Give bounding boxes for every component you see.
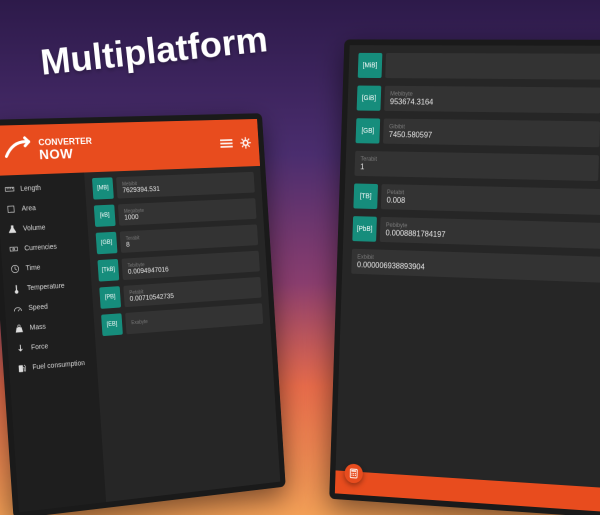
sidebar-item-label: Time	[25, 264, 40, 272]
value-field[interactable]: Mebibyte 953674.3164	[384, 86, 600, 114]
field-row: [MB] Mebibit 7629394.531	[92, 172, 255, 200]
speed-icon	[13, 303, 23, 314]
unit-chip[interactable]: [PbB]	[352, 216, 377, 242]
calculator-button[interactable]	[344, 463, 363, 483]
value-field[interactable]: Terabit 8	[120, 224, 258, 252]
unit-chip[interactable]: [MB]	[92, 177, 114, 199]
menu-icon[interactable]	[220, 137, 233, 151]
value-field[interactable]: Exabyte	[125, 303, 263, 334]
sidebar-item-label: Area	[21, 205, 36, 213]
sidebar-item-label: Volume	[23, 224, 46, 232]
field-row: [GB] Terabit 8	[96, 224, 259, 254]
sidebar-item-label: Mass	[30, 323, 47, 331]
app-logo-icon	[1, 134, 34, 167]
field-row: [kB] Megabyte 1000	[94, 198, 257, 227]
device-left: CONVERTER NOW Length Area Volume Currencies…	[0, 113, 286, 515]
field-value	[391, 66, 600, 67]
cash-icon	[9, 244, 19, 254]
value-field[interactable]: Gibibit 7450.580597	[383, 119, 600, 148]
field-row: Terabit 1 [PB]	[354, 151, 600, 182]
content-left: [MB] Mebibit 7629394.531 [kB] Megabyte 1…	[84, 166, 280, 502]
clock-icon	[10, 264, 20, 275]
field-row: [TB] Petabit 0.008	[353, 183, 600, 215]
field-value: 953674.3164	[390, 97, 595, 108]
flask-icon	[7, 224, 17, 234]
field-label: Exabyte	[131, 311, 257, 326]
field-row: [EB] Exabyte	[101, 303, 263, 336]
unit-chip[interactable]: [kB]	[94, 205, 116, 227]
unit-chip[interactable]: [MiB]	[358, 53, 383, 78]
device-right: [MiB] [GiB] Mebibyte 953674.3164 [bMb] […	[329, 39, 600, 515]
fuel-icon	[17, 363, 27, 374]
gear-icon[interactable]	[239, 136, 252, 150]
field-row: [TkB] Tebibyte 0.0094947016	[97, 251, 259, 282]
sidebar-item-label: Speed	[28, 303, 48, 311]
sidebar-item-label: Currencies	[24, 243, 57, 252]
value-field[interactable]: Pebibyte 0.0008881784197	[380, 217, 600, 250]
field-label	[391, 66, 600, 67]
headline: Multiplatform	[38, 18, 269, 84]
sidebar-item-label: Length	[20, 185, 41, 193]
sidebar-item-label: Temperature	[27, 282, 65, 291]
square-icon	[6, 204, 16, 214]
content-right: [MiB] [GiB] Mebibyte 953674.3164 [bMb] […	[336, 45, 600, 489]
value-field[interactable]: Petabit 0.008	[381, 184, 600, 215]
field-value: 7450.580597	[389, 130, 594, 142]
value-field[interactable]	[385, 53, 600, 80]
ruler-icon	[4, 184, 14, 194]
unit-chip[interactable]: [PB]	[99, 286, 121, 309]
unit-chip[interactable]: [GiB]	[357, 86, 382, 111]
sidebar-item-label: Fuel consumption	[32, 360, 85, 371]
unit-chip[interactable]: [GB]	[96, 232, 118, 255]
weight-icon	[14, 323, 24, 334]
field-row: [PbB] Pebibyte 0.0008881784197	[352, 216, 600, 249]
value-field[interactable]: Exbibit 0.000006938893904	[351, 249, 600, 284]
unit-chip[interactable]: [EB]	[101, 313, 123, 336]
app-logo-text: CONVERTER NOW	[38, 136, 93, 160]
field-row: Exbibit 0.000006938893904	[351, 249, 600, 284]
value-field[interactable]: Petabit 0.00710542735	[123, 277, 261, 307]
thermo-icon	[11, 284, 21, 295]
field-row: [MiB]	[358, 53, 600, 80]
value-field[interactable]: Tebibyte 0.0094947016	[122, 251, 260, 280]
unit-chip[interactable]: [TkB]	[97, 259, 119, 282]
value-field[interactable]: Megabyte 1000	[118, 198, 257, 226]
unit-chip[interactable]: [GB]	[356, 118, 381, 143]
force-icon	[15, 343, 25, 354]
field-row: [GiB] Mebibyte 953674.3164 [bMb]	[357, 86, 600, 114]
field-row: [GB] Gibibit 7450.580597 [TB]	[356, 118, 600, 148]
value-field[interactable]: Mebibit 7629394.531	[116, 172, 255, 199]
sidebar-item-label: Force	[31, 343, 49, 351]
unit-chip[interactable]: [TB]	[353, 183, 378, 209]
value-field[interactable]: Terabit 1	[354, 151, 599, 181]
